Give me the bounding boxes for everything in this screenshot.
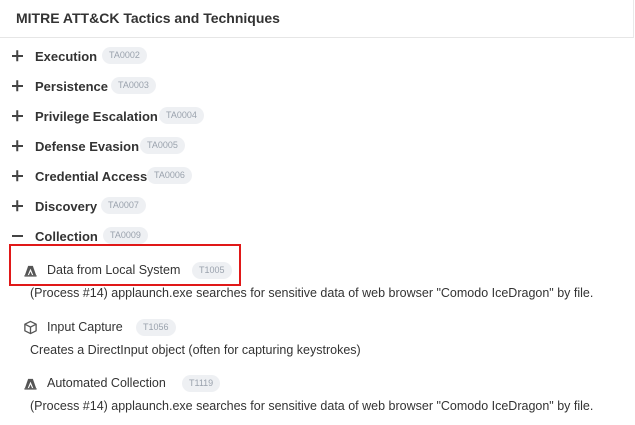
- technique-description: (Process #14) applaunch.exe searches for…: [30, 399, 594, 413]
- technique-automated-collection: Automated Collection T1119 (Process #14)…: [0, 372, 635, 417]
- technique-name-link[interactable]: Data from Local System: [47, 263, 180, 277]
- cube-icon: [24, 320, 37, 335]
- tactic-id-badge: TA0004: [159, 107, 204, 124]
- tactic-name: Credential Access: [35, 169, 148, 184]
- technique-data-from-local-system: Data from Local System T1005 (Process #1…: [0, 259, 635, 304]
- tactic-collection[interactable]: Collection TA0009: [0, 223, 400, 253]
- tactic-id-badge: TA0007: [101, 197, 146, 214]
- tactic-id-badge: TA0003: [111, 77, 156, 94]
- technique-id-badge: T1056: [136, 319, 176, 336]
- tactic-credential-access[interactable]: Credential Access TA0006: [0, 163, 400, 193]
- tactic-name: Defense Evasion: [35, 139, 140, 154]
- expand-plus-icon[interactable]: [10, 198, 27, 215]
- tactic-discovery[interactable]: Discovery TA0007: [0, 193, 400, 223]
- database-icon: [24, 265, 37, 277]
- tactic-id-badge: TA0002: [102, 47, 147, 64]
- panel-title: MITRE ATT&CK Tactics and Techniques: [16, 10, 280, 26]
- tactic-id-badge: TA0009: [103, 227, 148, 244]
- technique-description: (Process #14) applaunch.exe searches for…: [30, 286, 594, 300]
- tactic-name: Discovery: [35, 199, 98, 214]
- expand-plus-icon[interactable]: [10, 48, 27, 65]
- tactic-execution[interactable]: Execution TA0002: [0, 43, 400, 73]
- tactic-name: Collection: [35, 229, 98, 244]
- tactic-id-badge: TA0005: [140, 137, 185, 154]
- tactic-name: Execution: [35, 49, 98, 64]
- technique-id-badge: T1119: [182, 375, 221, 392]
- technique-description: Creates a DirectInput object (often for …: [30, 343, 361, 357]
- tactic-privilege-escalation[interactable]: Privilege Escalation TA0004: [0, 103, 400, 133]
- expand-plus-icon[interactable]: [10, 138, 27, 155]
- panel-header: MITRE ATT&CK Tactics and Techniques: [0, 0, 634, 38]
- tactic-defense-evasion[interactable]: Defense Evasion TA0005: [0, 133, 400, 163]
- mitre-attack-panel: MITRE ATT&CK Tactics and Techniques Exec…: [0, 0, 635, 425]
- tactic-name: Persistence: [35, 79, 108, 94]
- expand-plus-icon[interactable]: [10, 108, 27, 125]
- tactic-name: Privilege Escalation: [35, 109, 158, 124]
- tactic-id-badge: TA0006: [147, 167, 192, 184]
- technique-name-link[interactable]: Input Capture: [47, 320, 123, 334]
- technique-id-badge: T1005: [192, 262, 232, 279]
- expand-plus-icon[interactable]: [10, 78, 27, 95]
- technique-name-link[interactable]: Automated Collection: [47, 376, 166, 390]
- collapse-minus-icon[interactable]: [10, 228, 27, 245]
- database-icon: [24, 378, 37, 390]
- expand-plus-icon[interactable]: [10, 168, 27, 185]
- tactic-persistence[interactable]: Persistence TA0003: [0, 73, 400, 103]
- technique-input-capture: Input Capture T1056 Creates a DirectInpu…: [0, 316, 635, 361]
